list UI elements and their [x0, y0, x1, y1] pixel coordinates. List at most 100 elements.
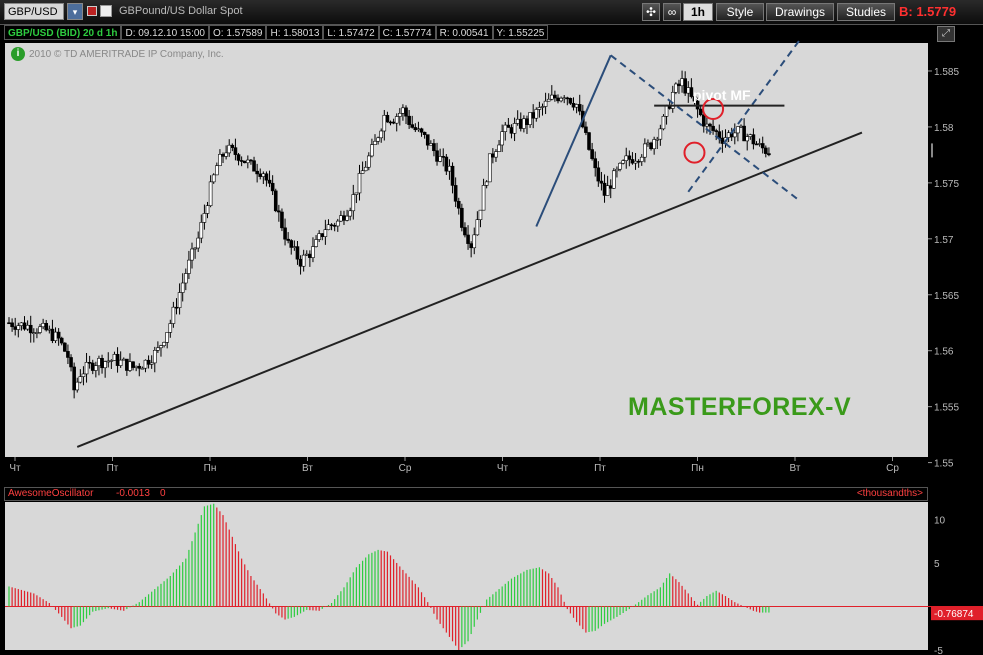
- x-tick-label: Ср: [399, 463, 412, 474]
- candle: [56, 331, 61, 339]
- candle: [134, 365, 138, 368]
- candle: [180, 282, 185, 293]
- candle: [326, 224, 331, 230]
- candle: [518, 118, 523, 129]
- candle: [627, 155, 632, 160]
- candle: [351, 194, 356, 212]
- candle: [211, 174, 216, 183]
- candle: [757, 143, 762, 145]
- candle: [379, 130, 384, 139]
- candle: [565, 97, 570, 100]
- candle: [230, 144, 235, 148]
- candle: [363, 166, 368, 172]
- price-marker: [931, 143, 933, 158]
- x-tick-label: Пт: [594, 463, 606, 474]
- info-icon[interactable]: i: [11, 47, 25, 61]
- y-tick-label: 1.57: [934, 235, 954, 246]
- candle: [463, 227, 467, 236]
- candle: [612, 170, 616, 189]
- candle: [698, 108, 703, 116]
- candle: [261, 173, 266, 177]
- candle: [81, 373, 86, 377]
- pivot-label: pivot MF: [693, 87, 751, 103]
- y-tick-label: 1.55: [934, 459, 954, 470]
- candle: [553, 94, 557, 99]
- candle: [69, 357, 73, 368]
- candle: [106, 360, 111, 363]
- candle: [503, 124, 508, 132]
- candle: [87, 362, 92, 364]
- candle: [422, 131, 427, 135]
- candle: [323, 229, 328, 237]
- candle: [273, 190, 278, 212]
- candle: [97, 358, 101, 367]
- candle: [466, 234, 470, 244]
- oscillator-name: AwesomeOscillator: [8, 488, 94, 499]
- candle: [50, 328, 55, 341]
- candle: [705, 123, 709, 127]
- candle: [394, 116, 399, 124]
- y-tick-label: 1.58: [934, 123, 954, 134]
- candle: [335, 220, 340, 227]
- candle: [218, 154, 222, 167]
- candle: [574, 104, 579, 108]
- candle: [633, 160, 638, 164]
- candle: [332, 225, 337, 227]
- candle: [59, 337, 64, 344]
- candle: [425, 134, 430, 146]
- candle: [531, 112, 535, 119]
- candle: [317, 233, 321, 240]
- candle: [432, 143, 436, 152]
- candle: [131, 361, 135, 368]
- candle: [760, 143, 765, 149]
- candle: [537, 107, 542, 110]
- candle: [456, 200, 461, 209]
- candle: [593, 158, 598, 169]
- candle: [646, 142, 650, 145]
- candle: [286, 238, 290, 241]
- candle: [382, 114, 387, 132]
- x-tick-label: Пн: [204, 463, 217, 474]
- candle: [53, 331, 58, 341]
- candle: [615, 168, 619, 172]
- candle: [103, 361, 107, 369]
- candle: [478, 209, 483, 220]
- candle: [171, 306, 176, 324]
- candle: [125, 358, 129, 371]
- candle: [491, 153, 495, 158]
- candle: [435, 150, 439, 162]
- candle: [35, 332, 39, 334]
- oscillator-header: AwesomeOscillator -0.0013 0 <thousandths…: [4, 487, 928, 501]
- candle: [487, 153, 492, 183]
- candle: [745, 136, 750, 142]
- candle: [391, 121, 396, 124]
- x-tick-label: Вт: [302, 463, 313, 474]
- candle: [754, 143, 759, 146]
- candle: [376, 137, 380, 142]
- candle: [32, 332, 36, 334]
- candle: [370, 144, 374, 157]
- candle: [686, 87, 691, 94]
- oscillator-value: -0.0013: [116, 488, 150, 499]
- candle: [677, 83, 681, 87]
- candle: [177, 292, 182, 308]
- candle: [398, 112, 402, 117]
- candle: [283, 227, 287, 240]
- candle: [357, 173, 362, 194]
- candle: [112, 354, 117, 361]
- candle: [78, 376, 83, 383]
- candle: [345, 215, 349, 221]
- candle: [500, 131, 504, 146]
- candle: [577, 104, 582, 112]
- candle: [540, 106, 545, 108]
- candle: [732, 132, 737, 138]
- candle: [587, 132, 591, 150]
- candle: [249, 159, 253, 162]
- candle: [680, 78, 684, 87]
- candle: [429, 143, 433, 146]
- chart-canvas[interactable]: 1.585 1.58 1.575 1.57 1.565 1.56 1.555 1.55 10 5 -…: [0, 0, 983, 655]
- candle: [652, 139, 656, 150]
- candle: [202, 213, 207, 223]
- candle: [584, 126, 588, 133]
- candle: [115, 354, 120, 366]
